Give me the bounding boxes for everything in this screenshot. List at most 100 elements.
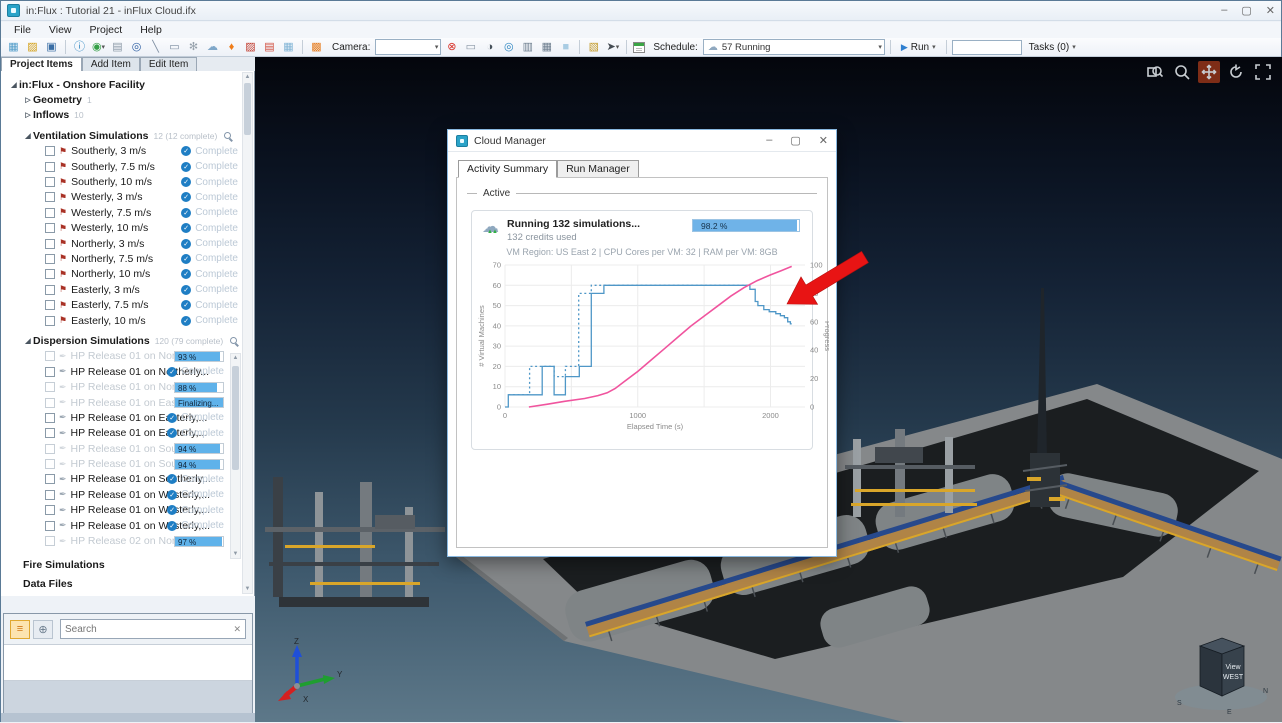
palette-icon[interactable]: ▩ (308, 39, 325, 55)
tree-row[interactable]: ✒HP Release 01 on North...88 % (1, 379, 254, 394)
line-tool-icon[interactable]: ╲ (147, 39, 164, 55)
tab-add-item[interactable]: Add Item (82, 57, 140, 71)
dialog-minimize-button[interactable]: – (766, 134, 772, 147)
dialog-maximize-button[interactable]: ▢ (790, 134, 800, 147)
tree-row[interactable]: ⚑Easterly, 10 m/s✓Complete (1, 313, 254, 328)
menu-view[interactable]: View (40, 23, 81, 37)
dialog-title-bar[interactable]: Cloud Manager – ▢ ✕ (448, 130, 836, 152)
filter-search-icon[interactable] (230, 337, 237, 344)
tree-row[interactable]: ⚑Southerly, 7.5 m/s✓Complete (1, 159, 254, 174)
task-filter-input[interactable] (952, 40, 1022, 55)
menu-project[interactable]: Project (81, 23, 132, 37)
target-icon[interactable]: ◎ (128, 39, 145, 55)
tree-row[interactable]: ✒HP Release 01 on Westerly,...✓Complete (1, 503, 254, 518)
item-checkbox[interactable] (45, 177, 55, 187)
image-icon[interactable]: ▦ (280, 39, 297, 55)
tree-row[interactable]: ✒HP Release 02 on North...97 % (1, 533, 254, 548)
menu-file[interactable]: File (5, 23, 40, 37)
item-checkbox[interactable] (45, 428, 55, 438)
item-checkbox[interactable] (45, 505, 55, 515)
item-checkbox[interactable] (45, 367, 55, 377)
info-icon[interactable]: ⓘ (71, 39, 88, 55)
probe-icon[interactable]: ◎ (500, 39, 517, 55)
panel-tool-icon[interactable]: ▭ (166, 39, 183, 55)
cloud-tool-icon[interactable]: ☁ (204, 39, 221, 55)
tasks-button[interactable]: Tasks (0) ▾ (1024, 42, 1081, 53)
item-checkbox[interactable] (45, 254, 55, 264)
menu-help[interactable]: Help (131, 23, 171, 37)
save-icon[interactable]: ▣ (43, 39, 60, 55)
item-checkbox[interactable] (45, 300, 55, 310)
tree-row[interactable]: ⚑Westerly, 3 m/s✓Complete (1, 190, 254, 205)
item-checkbox[interactable] (45, 474, 55, 484)
search-input[interactable] (65, 624, 233, 635)
orbit-icon[interactable] (1225, 61, 1247, 83)
item-checkbox[interactable] (45, 536, 55, 546)
run-local-icon[interactable]: ◉▾ (90, 39, 107, 55)
tree-row[interactable]: ✒HP Release 01 on Westerly,...✓Complete (1, 518, 254, 533)
monitor-icon[interactable]: ▥ (519, 39, 536, 55)
list-view-button[interactable]: ≡ (10, 620, 30, 639)
table-icon[interactable]: ▦ (538, 39, 555, 55)
tree-row[interactable]: ✒HP Release 01 on North...93 % (1, 349, 254, 364)
tree-root[interactable]: ◢in:Flux - Onshore Facility (1, 77, 254, 92)
item-checkbox[interactable] (45, 459, 55, 469)
tree-row[interactable]: ⚑Southerly, 10 m/s✓Complete (1, 174, 254, 189)
item-checkbox[interactable] (45, 162, 55, 172)
item-checkbox[interactable] (45, 316, 55, 326)
tree-row[interactable]: ⚑Northerly, 10 m/s✓Complete (1, 267, 254, 282)
select-cursor-icon[interactable]: ➤▾ (604, 39, 621, 55)
tree-row[interactable]: ⚑Easterly, 3 m/s✓Complete (1, 282, 254, 297)
tree-row[interactable]: ✒HP Release 01 on Easterly,...✓Complete (1, 410, 254, 425)
item-checkbox[interactable] (45, 223, 55, 233)
database-icon[interactable]: ▤ (109, 39, 126, 55)
dialog-close-button[interactable]: ✕ (819, 134, 828, 147)
tree-row[interactable]: ⚑Northerly, 7.5 m/s✓Complete (1, 251, 254, 266)
tree-row[interactable]: ✒HP Release 01 on Southerly...✓Complete (1, 472, 254, 487)
item-checkbox[interactable] (45, 521, 55, 531)
tree-row[interactable]: ✒HP Release 01 on Easterl...Finalizing..… (1, 395, 254, 410)
tree-row[interactable]: ✒HP Release 01 on Northerly...✓Complete (1, 364, 254, 379)
tree-scrollbar[interactable]: ▲ ▼ (242, 72, 253, 594)
maximize-button[interactable]: ▢ (1241, 4, 1251, 17)
pan-icon[interactable] (1198, 61, 1220, 83)
tab-run-manager[interactable]: Run Manager (557, 160, 639, 178)
zoom-window-icon[interactable] (1144, 61, 1166, 83)
tab-edit-item[interactable]: Edit Item (140, 57, 197, 71)
item-checkbox[interactable] (45, 208, 55, 218)
browse-button[interactable]: ⊕ (33, 620, 53, 639)
tab-project-items[interactable]: Project Items (1, 57, 82, 71)
item-checkbox[interactable] (45, 192, 55, 202)
expander-icon[interactable]: ▷ (23, 111, 33, 119)
clear-search-icon[interactable]: ✕ (233, 624, 241, 635)
tree-row[interactable]: ✒HP Release 01 on South...94 % (1, 441, 254, 456)
run-button[interactable]: ▶ Run ▾ (896, 42, 941, 53)
stop-icon[interactable]: ⊗ (443, 39, 460, 55)
layers-icon[interactable]: ▤ (261, 39, 278, 55)
expander-icon[interactable]: ◢ (23, 337, 33, 345)
item-checkbox[interactable] (45, 285, 55, 295)
globe-icon[interactable]: ◑ (481, 39, 498, 55)
item-checkbox[interactable] (45, 239, 55, 249)
fit-view-icon[interactable] (1252, 61, 1274, 83)
item-checkbox[interactable] (45, 351, 55, 361)
camera-select[interactable]: ▾ (375, 39, 441, 55)
expander-icon[interactable]: ◢ (23, 132, 33, 140)
tree-row[interactable]: ▷Inflows10 (1, 108, 254, 123)
tree-row[interactable]: ⚑Southerly, 3 m/s✓Complete (1, 144, 254, 159)
region-icon[interactable]: ■ (557, 39, 574, 55)
schedule-select[interactable]: ☁ 57 Running ▾ (703, 39, 885, 55)
dispersion-scrollbar[interactable]: ▲ ▼ (230, 353, 241, 559)
close-button[interactable]: ✕ (1266, 4, 1275, 17)
tree-row[interactable]: ⚑Northerly, 3 m/s✓Complete (1, 236, 254, 251)
item-checkbox[interactable] (45, 490, 55, 500)
tree-row[interactable]: Fire Simulations (1, 558, 254, 573)
tree-row[interactable]: ◢Dispersion Simulations120 (79 complete) (1, 333, 254, 348)
tree-row[interactable]: ⚑Westerly, 10 m/s✓Complete (1, 221, 254, 236)
open-project-icon[interactable]: ▨ (24, 39, 41, 55)
tree-row[interactable]: ⚑Easterly, 7.5 m/s✓Complete (1, 297, 254, 312)
tab-activity-summary[interactable]: Activity Summary (458, 160, 557, 178)
item-checkbox[interactable] (45, 413, 55, 423)
flame-icon[interactable]: ♦ (223, 39, 240, 55)
item-checkbox[interactable] (45, 146, 55, 156)
